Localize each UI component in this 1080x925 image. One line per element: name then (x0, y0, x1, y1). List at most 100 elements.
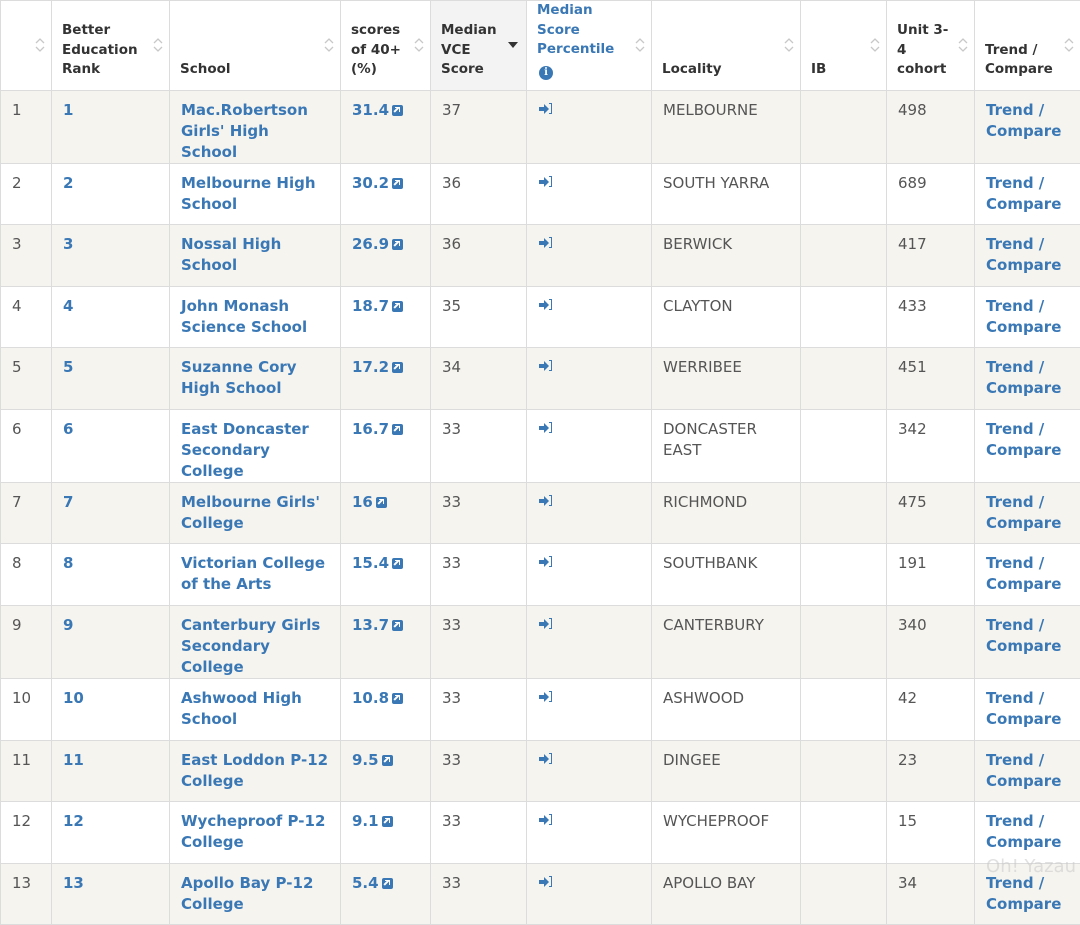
scores40-value[interactable]: 9.5 (352, 751, 379, 769)
scores40-value[interactable]: 16.7 (352, 420, 389, 438)
scores40-cell: 15.4 (341, 544, 431, 606)
rank-link[interactable]: 9 (63, 616, 73, 634)
trend-compare-link[interactable]: Trend / Compare (986, 493, 1061, 532)
rank-link[interactable]: 3 (63, 235, 73, 253)
col-header-median-vce[interactable]: Median VCE Score (431, 1, 527, 91)
school-cell: Melbourne High School (170, 163, 341, 225)
scores40-value[interactable]: 13.7 (352, 616, 389, 634)
trend-compare-link[interactable]: Trend / Compare (986, 358, 1061, 397)
school-link[interactable]: Melbourne High School (181, 174, 316, 213)
rank-link[interactable]: 8 (63, 554, 73, 572)
trend-compare-link[interactable]: Trend / Compare (986, 874, 1061, 913)
external-link-icon[interactable] (392, 620, 403, 631)
col-header-trend[interactable]: Trend / Compare (975, 1, 1080, 91)
external-link-icon[interactable] (382, 878, 393, 889)
rank-link[interactable]: 10 (63, 689, 84, 707)
school-link[interactable]: East Doncaster Secondary College (181, 420, 309, 480)
col-header-ib[interactable]: IB (801, 1, 887, 91)
rank-cell: 9 (52, 606, 170, 679)
school-link[interactable]: John Monash Science School (181, 297, 307, 336)
scores40-value[interactable]: 10.8 (352, 689, 389, 707)
school-link[interactable]: Suzanne Cory High School (181, 358, 297, 397)
school-link[interactable]: Canterbury Girls Secondary College (181, 616, 320, 676)
sign-in-icon[interactable] (539, 422, 553, 434)
rank-link[interactable]: 2 (63, 174, 73, 192)
scores40-value[interactable]: 5.4 (352, 874, 379, 892)
sign-in-icon[interactable] (539, 876, 553, 888)
external-link-icon[interactable] (392, 301, 403, 312)
school-link[interactable]: Victorian College of the Arts (181, 554, 325, 593)
sign-in-icon[interactable] (539, 299, 553, 311)
school-link[interactable]: Nossal High School (181, 235, 281, 274)
external-link-icon[interactable] (392, 105, 403, 116)
sign-in-icon[interactable] (539, 360, 553, 372)
sign-in-icon[interactable] (539, 176, 553, 188)
sign-in-icon[interactable] (539, 618, 553, 630)
school-link[interactable]: Wycheproof P-12 College (181, 812, 325, 851)
trend-compare-link[interactable]: Trend / Compare (986, 554, 1061, 593)
rank-link[interactable]: 5 (63, 358, 73, 376)
rank-link[interactable]: 7 (63, 493, 73, 511)
percentile-cell (527, 348, 652, 410)
col-header-locality[interactable]: Locality (652, 1, 801, 91)
scores40-cell: 5.4 (341, 863, 431, 925)
sign-in-icon[interactable] (539, 103, 553, 115)
trend-cell: Trend / Compare (975, 163, 1080, 225)
scores40-value[interactable]: 9.1 (352, 812, 379, 830)
trend-compare-link[interactable]: Trend / Compare (986, 174, 1061, 213)
school-link[interactable]: Apollo Bay P-12 College (181, 874, 313, 913)
school-link[interactable]: Ashwood High School (181, 689, 302, 728)
trend-compare-link[interactable]: Trend / Compare (986, 420, 1061, 459)
external-link-icon[interactable] (392, 362, 403, 373)
trend-compare-link[interactable]: Trend / Compare (986, 812, 1061, 851)
external-link-icon[interactable] (392, 693, 403, 704)
external-link-icon[interactable] (382, 816, 393, 827)
trend-cell: Trend / Compare (975, 802, 1080, 864)
rank-link[interactable]: 13 (63, 874, 84, 892)
rank-link[interactable]: 6 (63, 420, 73, 438)
trend-compare-link[interactable]: Trend / Compare (986, 616, 1061, 655)
rank-link[interactable]: 12 (63, 812, 84, 830)
scores40-value[interactable]: 30.2 (352, 174, 389, 192)
scores40-value[interactable]: 31.4 (352, 101, 389, 119)
scores40-value[interactable]: 17.2 (352, 358, 389, 376)
school-link[interactable]: Melbourne Girls' College (181, 493, 320, 532)
trend-compare-link[interactable]: Trend / Compare (986, 101, 1061, 140)
external-link-icon[interactable] (376, 497, 387, 508)
scores40-value[interactable]: 16 (352, 493, 373, 511)
rank-link[interactable]: 4 (63, 297, 73, 315)
trend-compare-link[interactable]: Trend / Compare (986, 297, 1061, 336)
external-link-icon[interactable] (392, 424, 403, 435)
percentile-cell (527, 286, 652, 348)
trend-compare-link[interactable]: Trend / Compare (986, 751, 1061, 790)
sign-in-icon[interactable] (539, 814, 553, 826)
sign-in-icon[interactable] (539, 556, 553, 568)
info-icon[interactable]: i (539, 66, 553, 80)
sign-in-icon[interactable] (539, 753, 553, 765)
sign-in-icon[interactable] (539, 691, 553, 703)
col-header-index[interactable] (1, 1, 52, 91)
col-header-cohort[interactable]: Unit 3-4 cohort (887, 1, 975, 91)
trend-compare-link[interactable]: Trend / Compare (986, 689, 1061, 728)
rank-link[interactable]: 1 (63, 101, 73, 119)
external-link-icon[interactable] (382, 755, 393, 766)
external-link-icon[interactable] (392, 239, 403, 250)
school-link[interactable]: Mac.Robertson Girls' High School (181, 101, 308, 161)
sign-in-icon[interactable] (539, 495, 553, 507)
rank-link[interactable]: 11 (63, 751, 84, 769)
scores40-value[interactable]: 26.9 (352, 235, 389, 253)
trend-cell: Trend / Compare (975, 544, 1080, 606)
cohort-cell: 34 (887, 863, 975, 925)
school-link[interactable]: East Loddon P-12 College (181, 751, 328, 790)
col-header-scores40[interactable]: scores of 40+ (%) (341, 1, 431, 91)
external-link-icon[interactable] (392, 178, 403, 189)
external-link-icon[interactable] (392, 558, 403, 569)
scores40-cell: 9.1 (341, 802, 431, 864)
col-header-school[interactable]: School (170, 1, 341, 91)
col-header-rank[interactable]: Better Education Rank (52, 1, 170, 91)
trend-compare-link[interactable]: Trend / Compare (986, 235, 1061, 274)
scores40-value[interactable]: 15.4 (352, 554, 389, 572)
sign-in-icon[interactable] (539, 237, 553, 249)
scores40-value[interactable]: 18.7 (352, 297, 389, 315)
col-header-percentile[interactable]: Median Score Percentilei (527, 1, 652, 91)
